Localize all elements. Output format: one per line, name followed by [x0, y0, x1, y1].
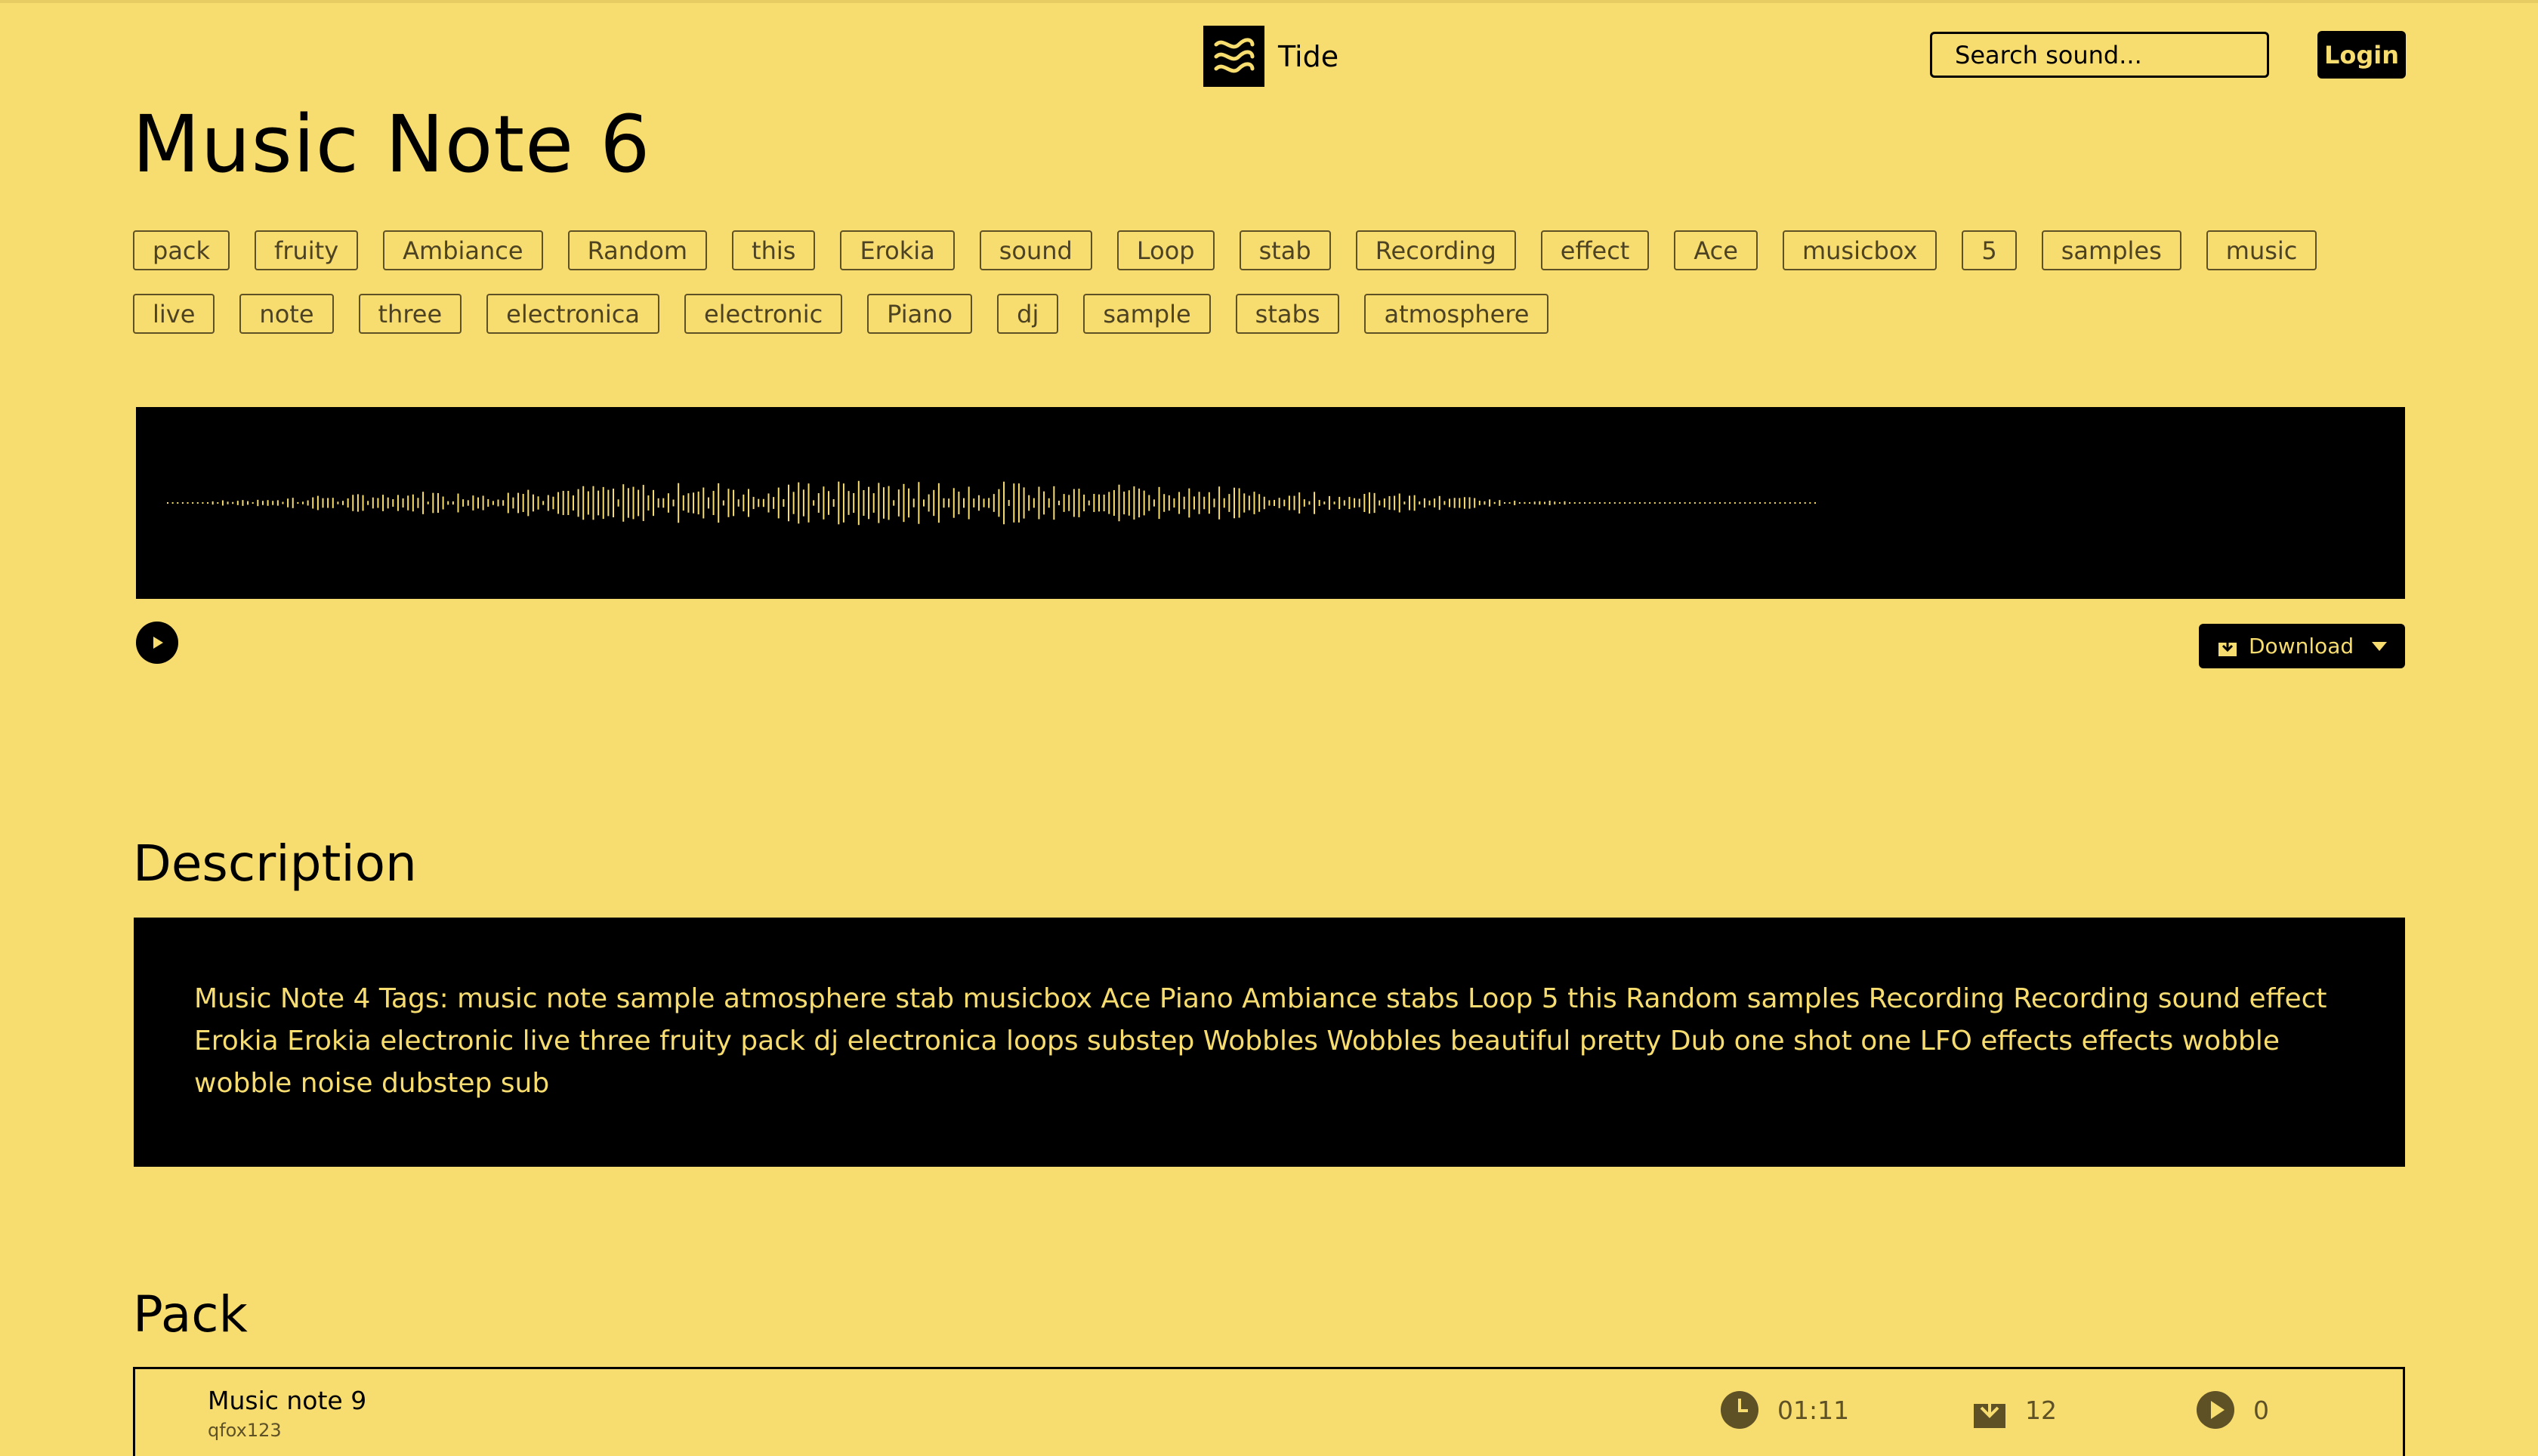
pack-item[interactable]: Music note 9 qfox123 01:11 12 0: [133, 1367, 2405, 1456]
tag-sound[interactable]: sound: [979, 230, 1092, 270]
plays-stat: 0: [2196, 1390, 2269, 1430]
tag-fruity[interactable]: fruity: [255, 230, 359, 270]
download-button[interactable]: Download: [2199, 624, 2405, 668]
tag-sample[interactable]: sample: [1083, 294, 1211, 334]
tag-ambiance[interactable]: Ambiance: [383, 230, 543, 270]
downloads-stat: 12: [1972, 1390, 2057, 1430]
tag-stabs[interactable]: stabs: [1235, 294, 1340, 334]
play-icon: [153, 637, 163, 649]
tag-ace[interactable]: Ace: [1674, 230, 1758, 270]
waveform-graphic: [167, 480, 1816, 526]
pack-item-user[interactable]: qfox123: [208, 1420, 282, 1441]
description-text: Music Note 4 Tags: music note sample atm…: [194, 983, 2327, 1099]
tag-atmosphere[interactable]: atmosphere: [1364, 294, 1549, 334]
tag-list: pack fruity Ambiance Random this Erokia sound L…: [133, 230, 2422, 334]
brand[interactable]: Tide: [1203, 26, 1338, 87]
waveform[interactable]: [136, 407, 2405, 599]
play-button[interactable]: [136, 622, 178, 664]
download-count-icon: [1972, 1390, 2007, 1430]
tag-musicbox[interactable]: musicbox: [1782, 230, 1937, 270]
description-box: Music Note 4 Tags: music note sample atm…: [134, 918, 2405, 1167]
plays-value: 0: [2253, 1395, 2269, 1425]
tag-electronica[interactable]: electronica: [486, 294, 659, 334]
page-title: Music Note 6: [132, 98, 651, 190]
tag-music[interactable]: music: [2206, 230, 2317, 270]
tag-electronic[interactable]: electronic: [684, 294, 843, 334]
download-icon: [2218, 636, 2237, 656]
login-button[interactable]: Login: [2317, 31, 2406, 79]
tag-recording[interactable]: Recording: [1355, 230, 1516, 270]
duration-stat: 01:11: [1720, 1390, 1849, 1430]
tag-three[interactable]: three: [358, 294, 462, 334]
chevron-down-icon: [2372, 641, 2388, 651]
tag-note[interactable]: note: [239, 294, 334, 334]
tag-5[interactable]: 5: [1962, 230, 2017, 270]
brand-name: Tide: [1278, 39, 1339, 73]
tag-piano[interactable]: Piano: [867, 294, 973, 334]
tag-stab[interactable]: stab: [1239, 230, 1331, 270]
play-count-icon[interactable]: [2196, 1390, 2235, 1430]
downloads-value: 12: [2025, 1395, 2057, 1425]
download-label: Download: [2249, 634, 2354, 659]
tag-dj[interactable]: dj: [997, 294, 1059, 334]
description-heading: Description: [133, 834, 417, 893]
tag-this[interactable]: this: [732, 230, 816, 270]
tag-pack[interactable]: pack: [133, 230, 230, 270]
clock-icon: [1720, 1390, 1759, 1430]
waves-logo-icon: [1203, 26, 1264, 87]
pack-item-name[interactable]: Music note 9: [208, 1386, 366, 1415]
tag-live[interactable]: live: [133, 294, 215, 334]
tag-random[interactable]: Random: [567, 230, 708, 270]
duration-value: 01:11: [1777, 1395, 1850, 1425]
tag-loop[interactable]: Loop: [1116, 230, 1215, 270]
tag-effect[interactable]: effect: [1540, 230, 1650, 270]
search-input[interactable]: [1930, 32, 2269, 78]
pack-heading: Pack: [133, 1285, 248, 1343]
tag-samples[interactable]: samples: [2041, 230, 2181, 270]
tag-erokia[interactable]: Erokia: [840, 230, 955, 270]
top-border: [0, 0, 2538, 3]
